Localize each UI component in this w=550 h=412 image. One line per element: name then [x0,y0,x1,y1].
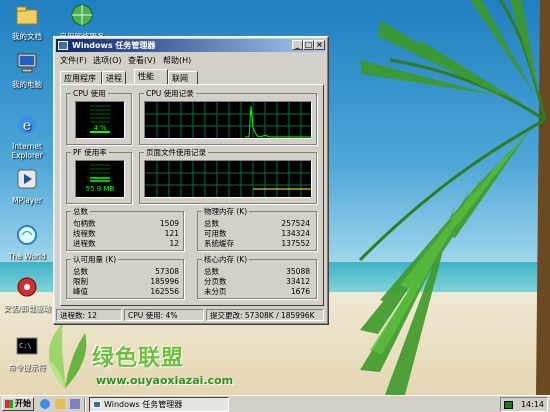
desktop-icon-my-documents[interactable]: 我的文档 [0,2,54,41]
network-globe-icon [71,4,93,26]
physical-memory-group: 物理内存 (K) 总数 257524 可用数 134324 系统缓存 13755… [197,206,317,251]
commit-charge-row-peak: 峰值 162556 [73,287,179,296]
close-button[interactable]: × [314,40,325,50]
status-bar: 进程数: 12 CPU 使用: 4% 提交更改: 57308K / 185996… [56,309,326,321]
cpu-history-group: CPU 使用记录 [139,88,317,145]
kernel-memory-row-nonpaged: 未分页 1676 [204,287,310,296]
desktop-icon-driver-installer[interactable]: 安装/卸载驱动 [0,274,54,313]
commit-charge-row-limit: 限制 185996 [73,277,179,286]
computer-icon [17,53,37,73]
cpu-history-graph [144,101,312,139]
watermark-title: 绿色联盟 [92,346,185,371]
commit-charge-label: 认可用量 (K) [71,254,119,265]
quicklaunch-browser-icon[interactable] [40,399,50,409]
pf-usage-label: PF 使用率 [71,147,109,158]
folder-icon [16,6,38,25]
cpu-tray-icon[interactable] [504,401,513,409]
driver-disc-icon [17,277,37,297]
window-title: Windows 任务管理器 [72,41,156,50]
physical-memory-label: 物理内存 (K) [202,206,250,217]
palm-leaf-illustration [358,0,550,395]
taskbar-button-task-manager[interactable]: Windows 任务管理器 [89,397,229,412]
quicklaunch-show-desktop-icon[interactable] [70,399,80,409]
kernel-memory-label: 核心内存 (K) [202,254,250,265]
tab-applications[interactable]: 应用程序 [60,71,102,84]
status-commit: 提交更改: 57308K / 185996K [206,309,324,321]
cpu-usage-label: CPU 使用 [71,88,108,99]
cpu-history-grid [145,102,311,138]
menubar: 文件(F) 选项(O) 查看(V) 帮助(H) [56,53,326,66]
kernel-memory-row-paged: 分页数 33412 [204,277,310,286]
status-processes: 进程数: 12 [56,309,122,321]
menu-help[interactable]: 帮助(H) [163,55,191,66]
physical-memory-row-available: 可用数 134324 [204,229,310,238]
pf-history-graph [144,160,312,198]
tab-processes[interactable]: 进程 [102,71,126,84]
totals-label: 总数 [71,206,90,217]
menu-options[interactable]: 选项(O) [93,55,122,66]
task-manager-taskbar-icon [93,401,101,408]
taskbar: 开始 Windows 任务管理器 14:14 [0,395,550,412]
window-titlebar[interactable]: Windows 任务管理器 _ □ × [56,39,326,52]
system-tray: 14:14 [500,397,548,412]
tab-networking[interactable]: 联网 [168,71,198,84]
watermark-url: www.ouyaoxiazai.com [96,374,234,387]
commit-charge-row-total: 总数 57308 [73,267,179,276]
pf-history-group: 页面文件使用记录 [139,147,317,204]
browser-globe-icon [17,225,37,245]
physical-memory-row-cache: 系统缓存 137552 [204,239,310,248]
cpu-usage-group: CPU 使用 4 % [66,88,132,145]
quicklaunch-mail-icon[interactable] [55,399,65,409]
desktop-icon-the-world[interactable]: The World [0,222,54,261]
totals-row-processes: 进程数 12 [73,239,179,248]
desktop-icon-my-computer[interactable]: 我的电脑 [0,50,54,89]
pf-usage-group: PF 使用率 55.9 MB [66,147,132,204]
svg-text:C:\: C:\ [19,342,32,350]
cpu-meter-bars [90,105,110,133]
physical-memory-row-total: 总数 257524 [204,219,310,228]
pf-usage-value: 55.9 MB [85,185,115,193]
menu-view[interactable]: 查看(V) [128,55,156,66]
windows-flag-icon [5,400,13,408]
pf-usage-meter: 55.9 MB [75,160,125,198]
task-manager-window[interactable]: Windows 任务管理器 _ □ × 文件(F) 选项(O) 查看(V) 帮助… [53,36,329,325]
watermark-leaf-logo [47,323,87,388]
pf-history-grid [145,161,311,197]
minimize-button[interactable]: _ [292,40,303,50]
media-player-icon [17,169,37,189]
tab-performance[interactable]: 性能 [134,69,168,84]
svg-text:e: e [23,118,31,134]
totals-row-handles: 句柄数 1509 [73,219,179,228]
clock[interactable]: 14:14 [521,398,544,411]
totals-row-threads: 线程数 121 [73,229,179,238]
kernel-memory-row-total: 总数 35088 [204,267,310,276]
menu-file[interactable]: 文件(F) [60,55,87,66]
maximize-button[interactable]: □ [303,40,314,50]
cpu-usage-value: 4 % [93,124,107,132]
kernel-memory-group: 核心内存 (K) 总数 35088 分页数 33412 未分页 1676 [197,254,317,299]
desktop-icon-mplayer[interactable]: MPlayer [0,166,54,205]
performance-panel: CPU 使用 4 % CPU 使用记录 PF 使用率 55.9 MB 页面文件使… [60,84,324,306]
status-cpu: CPU 使用: 4% [124,309,204,321]
desktop-icon-internet-explorer[interactable]: e Internet Explorer [0,112,54,160]
taskbar-separator [84,398,86,411]
start-button[interactable]: 开始 [2,397,34,411]
cpu-usage-meter: 4 % [75,101,125,139]
pf-history-label: 页面文件使用记录 [144,147,208,158]
cpu-history-label: CPU 使用记录 [144,88,196,99]
internet-explorer-icon: e [18,116,36,134]
totals-group: 总数 句柄数 1509 线程数 121 进程数 12 [66,206,184,251]
commit-charge-group: 认可用量 (K) 总数 57308 限制 185996 峰值 162556 [66,254,184,299]
task-manager-icon [58,41,68,50]
